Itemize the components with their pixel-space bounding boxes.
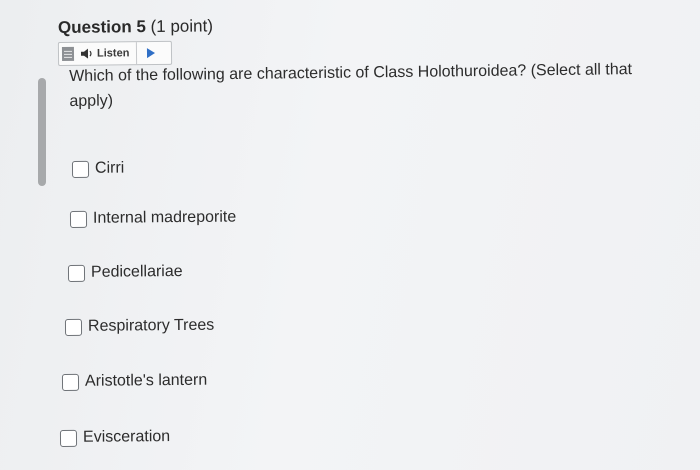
option-label: Evisceration: [82, 428, 171, 446]
question-title: Question 5 (1 point): [58, 16, 213, 38]
checkbox[interactable]: [59, 429, 78, 447]
option-label: Cirri: [94, 159, 125, 177]
play-icon[interactable]: [147, 47, 156, 59]
listen-divider: [136, 42, 138, 65]
option-label: Aristotle's lantern: [84, 371, 208, 390]
scroll-indicator[interactable]: [38, 78, 46, 186]
option-evisceration[interactable]: Evisceration: [59, 428, 171, 447]
option-respiratory-trees[interactable]: Respiratory Trees: [64, 316, 215, 336]
option-aristotles-lantern[interactable]: Aristotle's lantern: [61, 371, 208, 391]
checkbox[interactable]: [64, 318, 83, 336]
option-label: Respiratory Trees: [87, 316, 215, 335]
checkbox[interactable]: [67, 264, 86, 282]
option-pedicellariae[interactable]: Pedicellariae: [67, 263, 183, 282]
question-number: Question 5: [57, 17, 146, 37]
option-internal-madreporite[interactable]: Internal madreporite: [69, 208, 237, 228]
checkbox[interactable]: [61, 373, 80, 391]
question-points: (1 point): [150, 16, 214, 37]
listen-button[interactable]: Listen: [97, 47, 130, 59]
question-prompt: Which of the following are characteristi…: [69, 61, 633, 110]
checkbox[interactable]: [69, 210, 88, 228]
option-label: Pedicellariae: [90, 263, 183, 281]
speaker-icon: [80, 48, 92, 59]
checkbox[interactable]: [71, 160, 90, 178]
option-cirri[interactable]: Cirri: [71, 159, 125, 178]
menu-icon[interactable]: [61, 46, 75, 61]
option-label: Internal madreporite: [92, 208, 237, 227]
